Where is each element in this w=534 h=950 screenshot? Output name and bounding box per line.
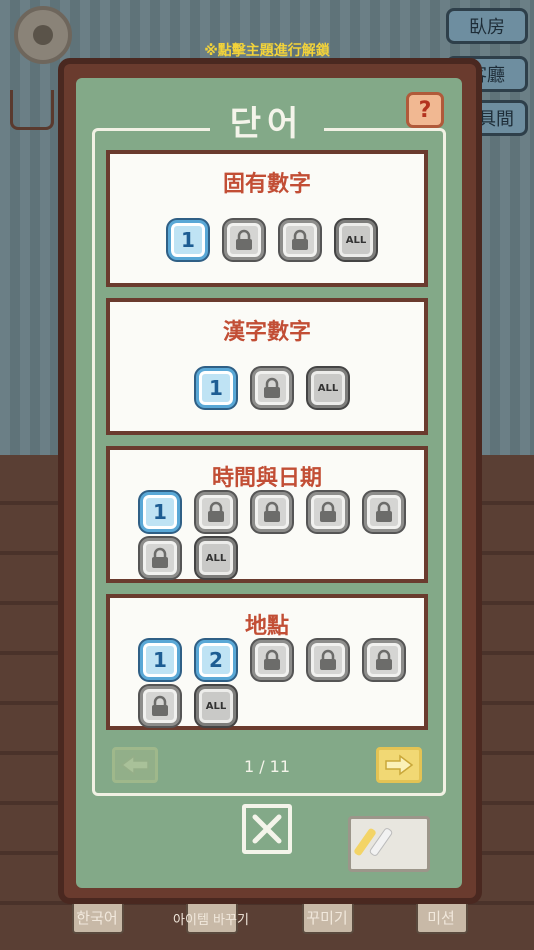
lock-icon: [236, 229, 252, 250]
level-button-1[interactable]: 1: [196, 368, 236, 408]
side-button-bedroom[interactable]: 臥房: [446, 8, 528, 44]
level-button-all[interactable]: ALL: [196, 538, 236, 578]
nav-decorate-label: 꾸미기: [306, 909, 348, 927]
category-card-places[interactable]: 地點 1 2 ALL: [106, 594, 428, 730]
page-indicator: 1 / 11: [243, 757, 291, 776]
cart-icon[interactable]: [10, 90, 54, 130]
level-button-1[interactable]: 1: [140, 640, 180, 680]
category-title: 地點: [244, 614, 289, 639]
level-button-locked[interactable]: [252, 492, 292, 532]
category-title: 固有數字: [222, 172, 311, 197]
level-button-locked[interactable]: [308, 492, 348, 532]
nav-item-change-label: 아이템 바꾸기: [173, 913, 249, 928]
level-button-1[interactable]: 1: [168, 220, 208, 260]
next-page-button[interactable]: [376, 747, 422, 783]
level-button-1[interactable]: 1: [140, 492, 180, 532]
prev-page-button[interactable]: [112, 747, 158, 783]
level-button-locked[interactable]: [140, 686, 180, 726]
lock-icon: [264, 377, 280, 398]
category-card-sino-numbers[interactable]: 漢字數字 1 ALL: [106, 298, 428, 435]
help-button[interactable]: ?: [406, 92, 444, 128]
unlock-hint: ※點擊主題進行解鎖: [204, 43, 330, 59]
level-button-locked[interactable]: [196, 492, 236, 532]
lock-icon: [264, 649, 280, 670]
level-button-locked[interactable]: [364, 640, 404, 680]
board-title: 단어: [229, 104, 305, 144]
close-button[interactable]: [242, 804, 292, 854]
level-button-locked[interactable]: [280, 220, 320, 260]
level-button-locked[interactable]: [224, 220, 264, 260]
level-button-locked[interactable]: [364, 492, 404, 532]
close-icon: [252, 814, 282, 844]
level-button-all[interactable]: ALL: [196, 686, 236, 726]
lock-icon: [264, 501, 280, 522]
category-title: 漢字數字: [222, 320, 311, 345]
level-button-all[interactable]: ALL: [336, 220, 376, 260]
lock-icon: [292, 229, 308, 250]
lock-icon: [152, 547, 168, 568]
level-button-2[interactable]: 2: [196, 640, 236, 680]
lock-icon: [152, 695, 168, 716]
level-button-all[interactable]: ALL: [308, 368, 348, 408]
level-button-locked[interactable]: [252, 368, 292, 408]
level-button-locked[interactable]: [140, 538, 180, 578]
lock-icon: [320, 501, 336, 522]
lock-icon: [376, 501, 392, 522]
lock-icon: [320, 649, 336, 670]
category-card-native-numbers[interactable]: 固有數字 1 ALL: [106, 150, 428, 287]
category-card-time-and-date[interactable]: 時間與日期 1 ALL: [106, 446, 428, 583]
category-title: 時間與日期: [211, 466, 322, 491]
level-button-locked[interactable]: [252, 640, 292, 680]
level-button-locked[interactable]: [308, 640, 348, 680]
lock-icon: [208, 501, 224, 522]
arrow-right-icon: [385, 754, 414, 776]
nav-mission-label: 미션: [427, 909, 455, 927]
chalk-box-decoration: [348, 816, 430, 872]
lock-icon: [376, 649, 392, 670]
arrow-left-icon: [120, 754, 149, 776]
nav-korean-label: 한국어: [76, 909, 118, 927]
